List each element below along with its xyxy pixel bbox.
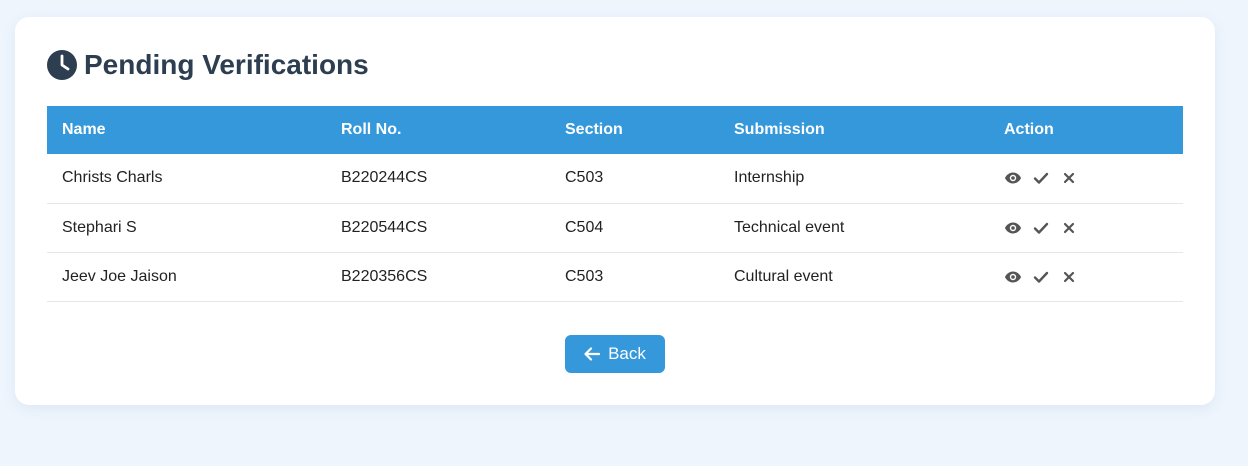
column-header-name: Name — [62, 121, 106, 138]
cell-roll-no: B220356CS — [341, 267, 428, 285]
cell-roll-no: B220544CS — [341, 218, 428, 236]
cell-name: Jeev Joe Jaison — [62, 267, 177, 285]
clock-icon — [47, 50, 77, 80]
back-button-label: Back — [608, 344, 646, 363]
check-icon[interactable] — [1032, 219, 1050, 237]
cell-roll-no: B220244CS — [341, 169, 428, 187]
table-row: Stephari S B220544CS C504 Technical event — [47, 203, 1183, 252]
table-row: Christs Charls B220244CS C503 Internship — [47, 154, 1183, 203]
verifications-table: Name Roll No. Section Submission Action … — [47, 106, 1183, 302]
row-actions — [1004, 219, 1183, 237]
cell-actions — [989, 203, 1183, 252]
column-header-roll: Roll No. — [341, 121, 402, 138]
cell-section: C503 — [565, 267, 604, 285]
row-actions — [1004, 169, 1183, 187]
cell-submission: Cultural event — [734, 267, 833, 285]
check-icon[interactable] — [1032, 268, 1050, 286]
arrow-left-icon — [584, 347, 601, 361]
cell-section: C504 — [565, 218, 604, 236]
page-header: Pending Verifications — [47, 49, 369, 81]
back-button[interactable]: Back — [565, 335, 665, 373]
eye-icon[interactable] — [1004, 169, 1022, 187]
column-header-submission: Submission — [734, 121, 825, 138]
cell-submission: Internship — [734, 169, 805, 187]
cell-section: C503 — [565, 169, 604, 187]
close-icon[interactable] — [1060, 219, 1078, 237]
cell-submission: Technical event — [734, 218, 845, 236]
column-header-section: Section — [565, 121, 623, 138]
check-icon[interactable] — [1032, 169, 1050, 187]
close-icon[interactable] — [1060, 268, 1078, 286]
close-icon[interactable] — [1060, 169, 1078, 187]
cell-actions — [989, 154, 1183, 203]
row-actions — [1004, 268, 1183, 286]
cell-actions — [989, 252, 1183, 301]
table-row: Jeev Joe Jaison B220356CS C503 Cultural eve… — [47, 252, 1183, 301]
eye-icon[interactable] — [1004, 268, 1022, 286]
cell-name: Christs Charls — [62, 169, 163, 187]
pending-verifications-card: Pending Verifications Name Roll No. Sect… — [15, 17, 1215, 405]
column-header-action: Action — [1004, 121, 1054, 138]
table-header-row: Name Roll No. Section Submission Action — [47, 106, 1183, 154]
page-title: Pending Verifications — [84, 49, 369, 80]
eye-icon[interactable] — [1004, 219, 1022, 237]
cell-name: Stephari S — [62, 218, 137, 236]
